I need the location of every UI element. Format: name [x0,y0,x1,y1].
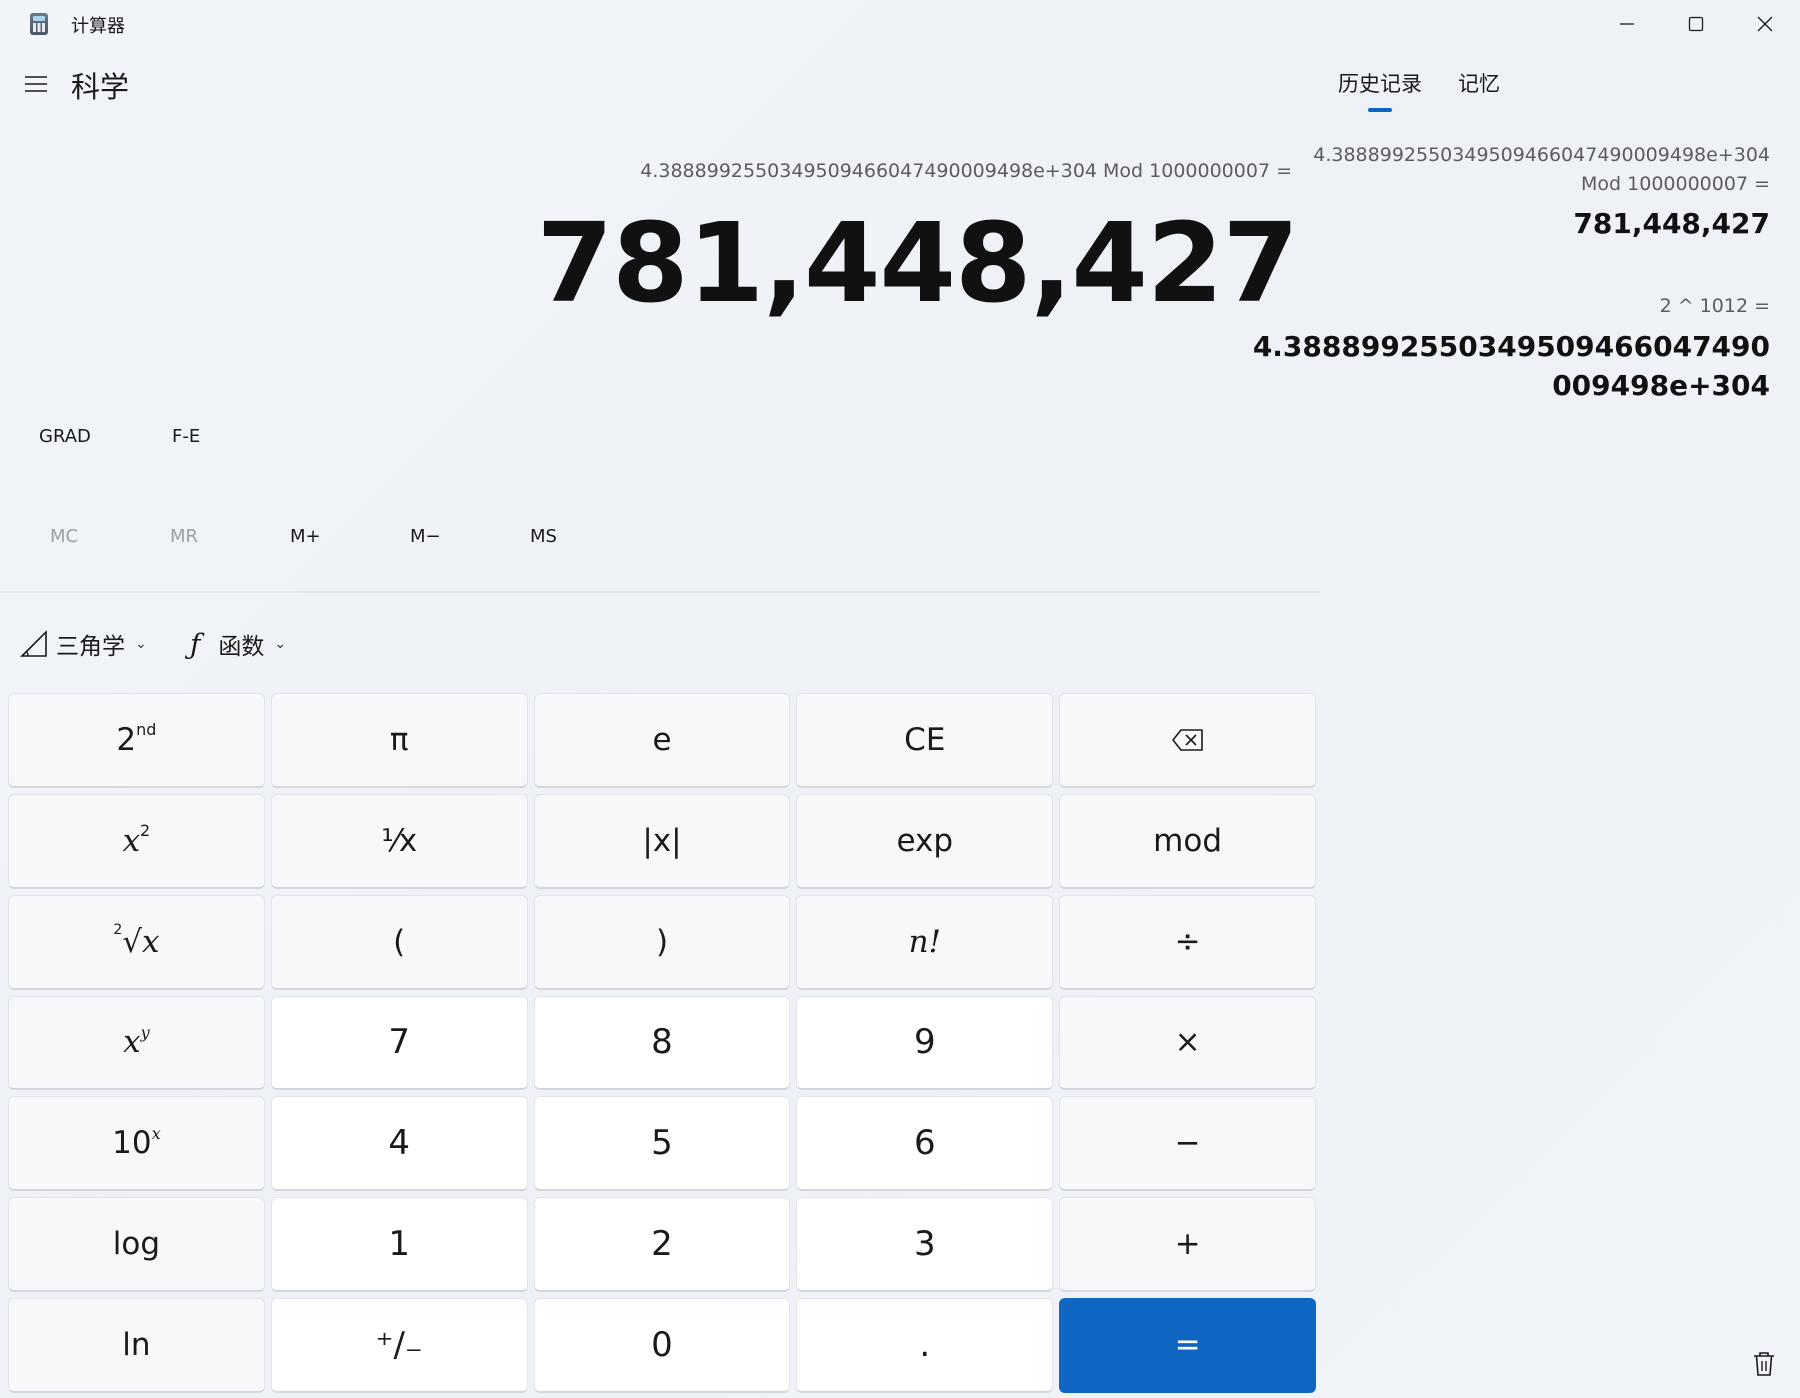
trash-icon [1754,1352,1774,1376]
digit-0-button[interactable]: 0 [533,1298,791,1393]
angle-unit-button[interactable]: GRAD [39,426,91,447]
window-title: 计算器 [71,16,125,37]
power-button[interactable]: xy [8,995,265,1091]
root-sign: √ [122,923,142,960]
keypad: 2nd π e CE x2 ⅟x |x| exp mod 2 √ x ( ) n! … [8,693,1316,1393]
trigonometry-label: 三角学 [56,634,125,660]
clear-entry-button[interactable]: CE [796,693,1054,788]
negate-button[interactable]: ⁺∕₋ [270,1298,528,1393]
function-f-icon: ƒ [190,627,201,661]
x-glyph: x [123,1024,141,1061]
y-sup: y [140,1022,150,1042]
multiply-button[interactable]: × [1059,995,1316,1091]
clear-history-button[interactable] [1750,1350,1778,1378]
trigonometry-dropdown[interactable]: 三角学 ⌄ [20,624,147,664]
digit-3-button[interactable]: 3 [796,1197,1054,1293]
expression-display: 4.3888992550349509466047490009498e+304 M… [640,160,1292,182]
maximize-icon [1688,16,1703,32]
ln-button[interactable]: ln [8,1298,265,1393]
digit-8-button[interactable]: 8 [533,995,791,1091]
digit-2-button[interactable]: 2 [533,1197,791,1293]
calculator-app-icon [30,13,48,35]
history-expression: 4.3888992550349509466047490009498e+304 [1313,144,1770,166]
exp-button[interactable]: exp [796,793,1054,889]
divide-button[interactable]: ÷ [1059,894,1316,990]
memory-add-button[interactable]: M+ [290,526,321,547]
digit-7-button[interactable]: 7 [270,995,528,1091]
decimal-button[interactable]: . [796,1298,1054,1393]
function-dropdown[interactable]: ƒ 函数 ⌄ [190,624,286,664]
history-result[interactable]: 4.3888992550349509466047490 [1253,327,1770,366]
x-sup: x [151,1123,161,1143]
navigation-menu-button[interactable] [18,66,54,102]
ten-power-button[interactable]: 10 x [8,1096,265,1192]
result-display: 781,448,427 [536,199,1299,327]
minimize-button[interactable] [1592,0,1661,48]
digit-9-button[interactable]: 9 [796,995,1054,1091]
history-result[interactable]: 009498e+304 [1552,366,1770,405]
history-result[interactable]: 781,448,427 [1573,204,1770,243]
ten-base: 10 [112,1125,152,1162]
close-icon [1757,16,1772,32]
root-index: 2 [113,921,123,938]
second-label: 2 [116,721,137,758]
backspace-button[interactable] [1059,693,1316,788]
chevron-down-icon: ⌄ [274,636,287,652]
euler-button[interactable]: e [533,693,791,788]
x-glyph: x [122,822,141,859]
close-button[interactable] [1730,0,1799,48]
triangle-ruler-icon [20,630,47,657]
x-glyph: x [142,923,160,960]
memory-clear-button[interactable]: MC [50,526,78,547]
close-paren-button[interactable]: ) [533,894,791,990]
history-expression: Mod 1000000007 = [1581,173,1770,195]
function-label: 函数 [218,634,265,660]
equals-button[interactable]: = [1059,1298,1316,1393]
pi-button[interactable]: π [270,693,528,788]
square-sup: 2 [140,821,151,841]
title-bar: 计算器 [0,0,1800,48]
chevron-down-icon: ⌄ [135,636,147,652]
tab-history[interactable]: 历史记录 [1338,68,1422,98]
reciprocal-button[interactable]: ⅟x [270,793,528,889]
backspace-icon [1171,729,1203,751]
memory-store-button[interactable]: MS [530,526,557,547]
plus-button[interactable]: + [1059,1197,1316,1293]
square-root-button[interactable]: 2 √ x [8,894,265,990]
tab-memory[interactable]: 记忆 [1458,68,1500,98]
digit-6-button[interactable]: 6 [796,1096,1054,1192]
minimize-icon [1619,23,1634,25]
digit-5-button[interactable]: 5 [533,1096,791,1192]
second-function-button[interactable]: 2nd [8,693,265,788]
fe-toggle-button[interactable]: F-E [172,426,200,447]
active-tab-indicator [1368,108,1392,112]
memory-subtract-button[interactable]: M− [410,526,441,547]
history-expression: 2 ^ 1012 = [1659,295,1770,317]
log-button[interactable]: log [8,1197,265,1293]
divider [0,591,1320,593]
maximize-button[interactable] [1661,0,1730,48]
digit-4-button[interactable]: 4 [270,1096,528,1192]
second-sup: nd [136,720,157,740]
hamburger-icon [25,76,47,92]
open-paren-button[interactable]: ( [270,894,528,990]
memory-recall-button[interactable]: MR [170,526,198,547]
factorial-label: n! [908,923,941,960]
square-button[interactable]: x2 [8,793,265,889]
mod-button[interactable]: mod [1059,793,1316,889]
absolute-value-button[interactable]: |x| [533,793,791,889]
minus-button[interactable]: − [1059,1096,1316,1192]
factorial-button[interactable]: n! [796,894,1054,990]
calculator-mode-title: 科学 [71,70,130,104]
digit-1-button[interactable]: 1 [270,1197,528,1293]
